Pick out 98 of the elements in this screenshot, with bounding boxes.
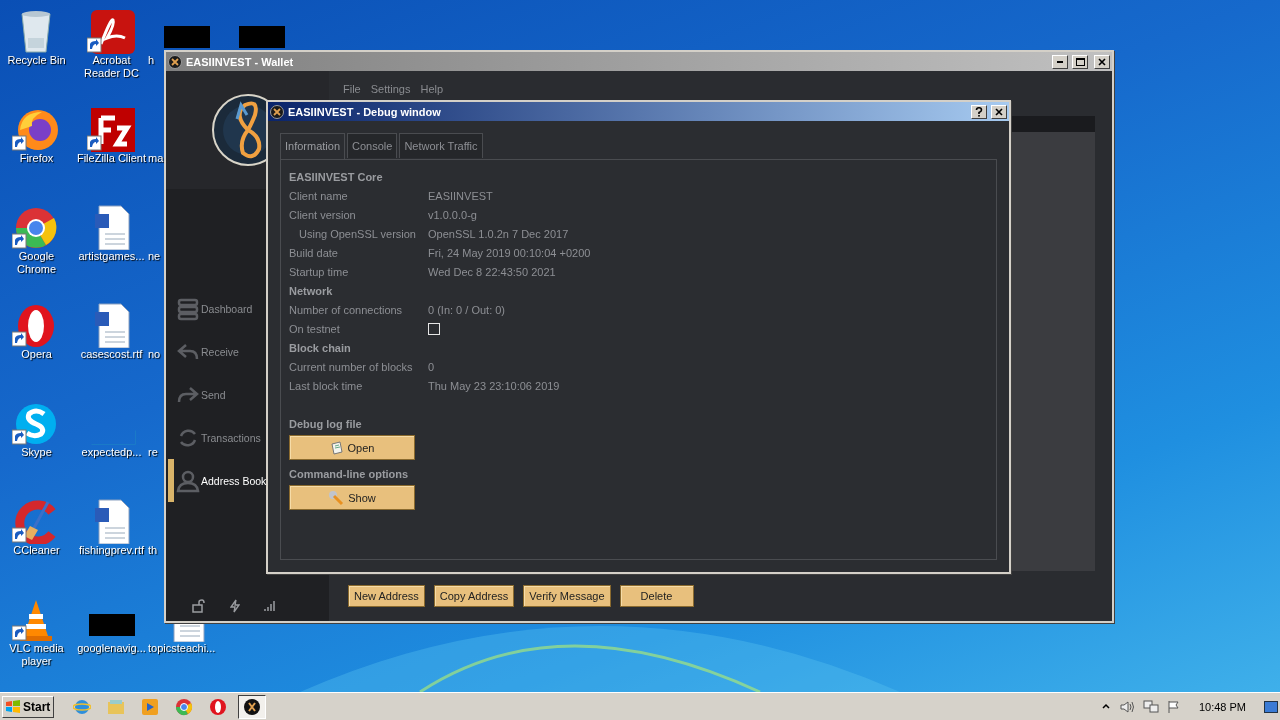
media-player-icon — [141, 697, 159, 716]
close-icon — [1098, 57, 1106, 66]
desktop-icon-label[interactable]: expectedp... — [74, 446, 149, 459]
app-logo-icon — [270, 104, 284, 119]
flag-icon[interactable] — [1166, 699, 1181, 714]
desktop-icon-label[interactable]: th — [148, 544, 158, 557]
close-icon — [995, 107, 1003, 116]
section-heading: Network — [289, 284, 333, 297]
window-title: EASIINVEST - Debug window — [288, 105, 442, 118]
taskbar-button[interactable] — [238, 694, 266, 719]
desktop-icon-label[interactable]: topicsteachi... — [148, 642, 216, 655]
wrench-icon — [328, 489, 345, 506]
open-button[interactable]: Open — [289, 435, 415, 460]
action-button[interactable]: Verify Message — [523, 585, 611, 607]
opera-icon — [209, 697, 227, 716]
field-value: Thu May 23 23:10:06 2019 — [428, 379, 560, 392]
speaker-icon[interactable] — [1118, 699, 1135, 714]
clock[interactable]: 10:48 PM — [1198, 700, 1246, 713]
person-icon — [176, 468, 200, 493]
field-label: Client name — [289, 189, 349, 202]
network-icon[interactable] — [1142, 699, 1159, 714]
folder-icon — [107, 697, 125, 716]
field-value: 0 (In: 0 / Out: 0) — [428, 303, 506, 316]
action-button[interactable]: Delete — [619, 585, 694, 607]
field-label: Build date — [289, 246, 339, 259]
desktop-icon-label[interactable]: Opera — [0, 348, 74, 361]
desktop-icon-label[interactable]: VLC media player — [0, 642, 74, 668]
action-button[interactable]: New Address — [348, 585, 425, 607]
start-button[interactable]: Start — [2, 695, 54, 718]
section-heading: Command-line options — [289, 467, 409, 480]
desktop-icon-label[interactable]: Acrobat Reader DC — [74, 54, 149, 80]
desktop-icon-label[interactable]: Firefox — [0, 152, 74, 165]
minimize-button[interactable] — [1052, 54, 1068, 69]
desktop-icon-label[interactable]: Recycle Bin — [0, 54, 74, 67]
menu-item[interactable]: Settings — [370, 83, 411, 95]
field-label: On testnet — [289, 322, 341, 335]
desktop-icon-label[interactable]: CCleaner — [0, 544, 74, 557]
checkbox[interactable] — [428, 322, 440, 335]
lightning-icon — [230, 599, 240, 613]
minimize-icon — [1057, 60, 1063, 63]
maximize-icon — [1075, 57, 1085, 66]
action-button[interactable]: Copy Address — [433, 585, 515, 607]
app-logo-icon — [168, 54, 182, 69]
chrome-icon — [175, 697, 193, 716]
tab[interactable]: Console — [347, 133, 398, 158]
field-label: Client version — [289, 208, 357, 221]
question-mark-icon — [975, 106, 983, 117]
maximize-button[interactable] — [1072, 54, 1088, 69]
desktop-icon-label[interactable]: Skype — [0, 446, 74, 459]
field-value: v1.0.0.0-g — [428, 208, 477, 221]
redacted-icon — [164, 26, 210, 48]
notepad-icon — [329, 440, 344, 455]
desktop-icon-label[interactable]: FileZilla Client — [74, 152, 149, 165]
field-value: 0 — [428, 360, 435, 373]
redacted-icon — [239, 26, 285, 48]
nav-item[interactable]: Dashboard — [168, 287, 253, 330]
desktop-icon-label[interactable]: googlenavig... — [74, 642, 149, 655]
desktop-icon-label[interactable]: no — [148, 348, 161, 361]
help-button[interactable] — [971, 104, 987, 119]
section-heading: Block chain — [289, 341, 351, 354]
field-label: Last block time — [289, 379, 364, 392]
desktop-icon-label[interactable]: h — [148, 54, 155, 67]
desktop-icon-label[interactable]: casescost.rtf — [74, 348, 149, 361]
field-label: Current number of blocks — [289, 360, 414, 373]
redacted-icon — [89, 614, 135, 636]
nav-item[interactable]: Receive — [168, 330, 239, 373]
menu-item[interactable]: Help — [420, 83, 444, 95]
desktop-icon-label[interactable]: fishingprev.rtf — [74, 544, 149, 557]
stack-icon — [176, 296, 200, 321]
show-desktop-icon[interactable] — [1264, 700, 1278, 713]
windows-logo-icon — [5, 699, 21, 714]
internet-explorer-icon — [73, 697, 91, 716]
field-value: EASIINVEST — [428, 189, 493, 202]
desktop-icon-label[interactable]: ne — [148, 250, 161, 263]
desktop-icon-label[interactable]: re — [148, 446, 158, 459]
field-value: OpenSSL 1.0.2n 7 Dec 2017 — [428, 227, 569, 240]
tab[interactable]: Information — [280, 133, 346, 160]
nav-item[interactable]: Send — [168, 373, 226, 416]
nav-item[interactable]: Transactions — [168, 416, 261, 459]
field-label: Using OpenSSL version — [298, 227, 417, 240]
field-label: Number of connections — [289, 303, 404, 316]
signal-bars-icon — [264, 600, 276, 612]
close-button[interactable] — [991, 104, 1007, 119]
menu-item[interactable]: File — [343, 83, 361, 95]
desktop-icon-label[interactable]: artistgames... — [74, 250, 149, 263]
field-value: Wed Dec 8 22:43:50 2021 — [428, 265, 556, 278]
section-heading: Debug log file — [289, 417, 362, 430]
field-label: Startup time — [289, 265, 350, 278]
tab[interactable]: Network Traffic — [399, 133, 483, 158]
window-title: EASIINVEST - Wallet — [186, 55, 295, 68]
field-value: Fri, 24 May 2019 00:10:04 +0200 — [428, 246, 591, 259]
padlock-icon — [192, 599, 206, 613]
close-button[interactable] — [1094, 54, 1110, 69]
wallet-app-icon — [243, 697, 261, 716]
desktop-icon-label[interactable]: ma — [148, 152, 164, 165]
desktop-icon-label[interactable]: Google Chrome — [0, 250, 74, 276]
show-button[interactable]: Show — [289, 485, 415, 510]
section-heading: EASIINVEST Core — [289, 170, 383, 183]
